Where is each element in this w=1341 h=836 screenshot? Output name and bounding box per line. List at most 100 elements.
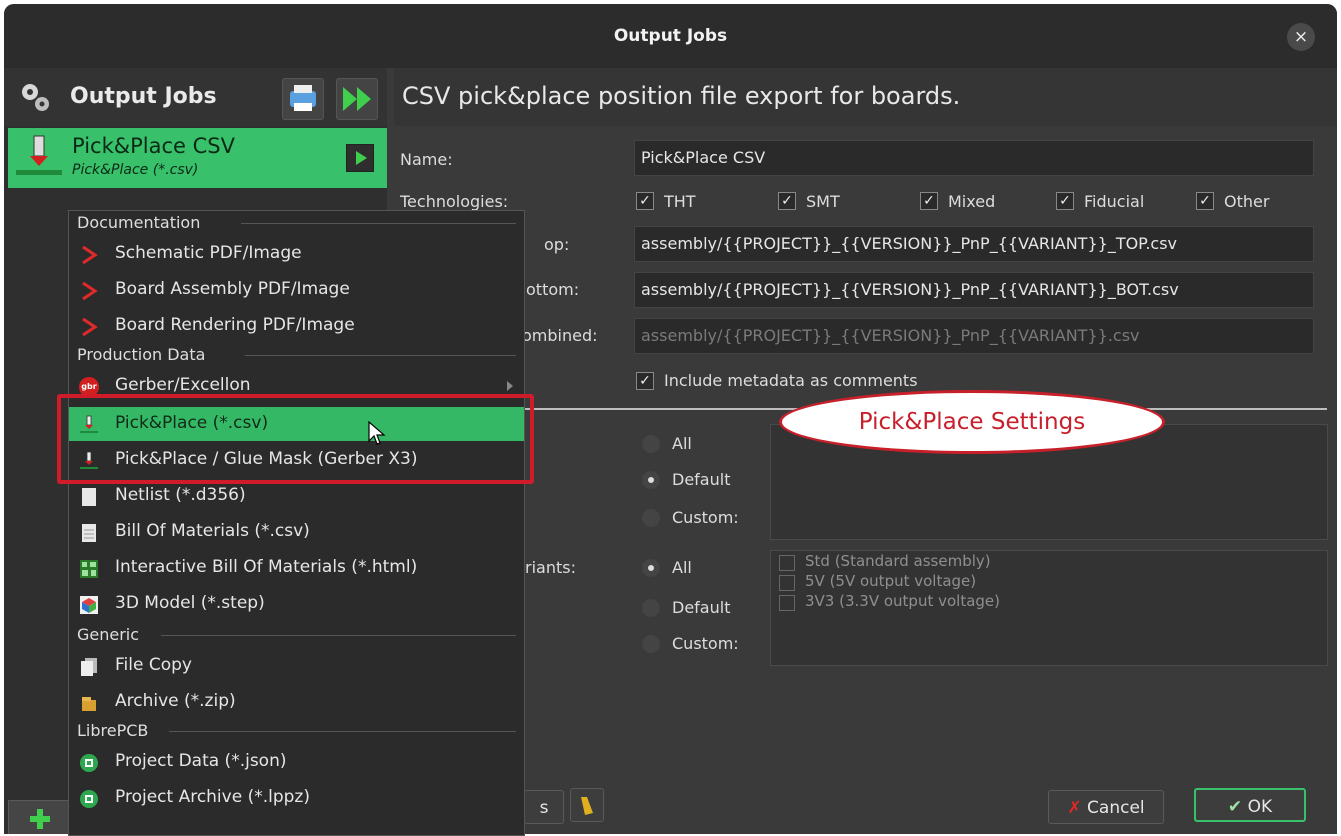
tech-fiducial-checkbox[interactable]: ✓ — [1056, 192, 1074, 210]
menu-item-board-assembly-pdf[interactable]: Board Assembly PDF/Image — [69, 273, 524, 307]
menu-item-label: Project Archive (*.lppz) — [115, 787, 310, 807]
table-document-icon — [82, 524, 96, 542]
menu-item-archive-zip[interactable]: Archive (*.zip) — [69, 685, 524, 719]
job-type: Pick&Place (*.csv) — [72, 162, 199, 178]
librepcb-icon — [80, 754, 98, 772]
gears-icon — [22, 84, 49, 111]
file-copy-icon — [81, 658, 97, 676]
variant-5v-label: 5V (5V output voltage) — [805, 572, 977, 590]
technologies-label: Technologies: — [400, 192, 509, 211]
menu-item-label: Board Rendering PDF/Image — [115, 315, 355, 335]
highlight-annotation — [57, 394, 534, 484]
section-divider — [161, 635, 516, 636]
jobs-title: Output Jobs — [70, 84, 217, 109]
close-button[interactable]: × — [1287, 23, 1315, 51]
variants-default-label: Default — [672, 598, 731, 617]
job-item-pickplace[interactable]: Pick&Place CSV Pick&Place (*.csv) — [8, 128, 387, 188]
variant-3v3-checkbox[interactable] — [779, 595, 795, 611]
tech-tht-checkbox[interactable]: ✓ — [636, 192, 654, 210]
librepcb-icon — [80, 790, 98, 808]
metadata-label: Include metadata as comments — [664, 371, 918, 390]
variants-default-radio[interactable] — [642, 599, 660, 617]
plus-icon — [30, 809, 50, 829]
printer-icon — [290, 85, 316, 111]
section-documentation: Documentation — [77, 213, 201, 232]
ok-button[interactable]: ✔ OK — [1194, 788, 1306, 822]
run-job-button[interactable] — [346, 144, 374, 172]
settings-header: CSV pick&place position file export for … — [394, 68, 1337, 126]
boards-default-label: Default — [672, 470, 731, 489]
tech-other-checkbox[interactable]: ✓ — [1196, 192, 1214, 210]
document-icon — [82, 488, 96, 506]
variant-std-label: Std (Standard assembly) — [805, 552, 991, 570]
3d-model-icon — [80, 596, 98, 614]
jobs-header: Output Jobs — [4, 68, 387, 126]
job-description: CSV pick&place position file export for … — [402, 82, 961, 110]
boards-custom-label: Custom: — [672, 508, 739, 527]
add-output-job-menu: Documentation Schematic PDF/Image Board … — [68, 210, 525, 836]
window-title: Output Jobs — [613, 26, 728, 46]
boards-all-label: All — [672, 434, 692, 453]
menu-item-netlist[interactable]: Netlist (*.d356) — [69, 479, 524, 513]
variants-all-radio[interactable] — [642, 559, 660, 577]
menu-item-label: Board Assembly PDF/Image — [115, 279, 350, 299]
menu-item-label: Project Data (*.json) — [115, 751, 287, 771]
top-output-field[interactable]: assembly/{{PROJECT}}_{{VERSION}}_PnP_{{V… — [634, 226, 1314, 262]
boards-custom-radio[interactable] — [642, 509, 660, 527]
variants-custom-radio[interactable] — [642, 635, 660, 653]
section-divider — [241, 223, 516, 224]
export-button[interactable] — [282, 78, 324, 120]
tech-smt-checkbox[interactable]: ✓ — [778, 192, 796, 210]
tech-mixed-checkbox[interactable]: ✓ — [920, 192, 938, 210]
pdf-icon — [82, 245, 98, 265]
menu-item-board-rendering-pdf[interactable]: Board Rendering PDF/Image — [69, 309, 524, 343]
name-label: Name: — [400, 150, 453, 169]
submenu-arrow-icon — [507, 381, 513, 391]
menu-item-label: Bill Of Materials (*.csv) — [115, 521, 310, 541]
tech-tht-label: THT — [664, 192, 696, 211]
boards-default-radio[interactable] — [642, 471, 660, 489]
menu-item-project-data-json[interactable]: Project Data (*.json) — [69, 745, 524, 779]
add-job-button[interactable] — [8, 800, 74, 834]
bottom-output-field[interactable]: assembly/{{PROJECT}}_{{VERSION}}_PnP_{{V… — [634, 272, 1314, 308]
boards-all-radio[interactable] — [642, 435, 660, 453]
tech-smt-label: SMT — [806, 192, 840, 211]
tech-other-label: Other — [1224, 192, 1270, 211]
job-name: Pick&Place CSV — [72, 134, 235, 158]
variant-5v-checkbox[interactable] — [779, 575, 795, 591]
menu-item-label: Schematic PDF/Image — [115, 243, 302, 263]
section-librepcb: LibrePCB — [77, 721, 149, 740]
archive-icon — [82, 697, 96, 711]
broom-icon — [581, 797, 593, 815]
menu-item-interactive-bom[interactable]: Interactive Bill Of Materials (*.html) — [69, 551, 524, 585]
cancel-button[interactable]: ✗ Cancel — [1048, 790, 1164, 824]
clean-button[interactable] — [570, 788, 604, 822]
variants-label: riants: — [525, 558, 576, 577]
menu-item-label: Interactive Bill Of Materials (*.html) — [115, 557, 418, 577]
cancel-label: Cancel — [1087, 798, 1145, 818]
ibom-icon — [80, 560, 98, 578]
section-divider — [245, 355, 516, 356]
variants-custom-label: Custom: — [672, 634, 739, 653]
menu-item-file-copy[interactable]: File Copy — [69, 649, 524, 683]
section-divider — [169, 731, 516, 732]
variant-std-checkbox[interactable] — [779, 555, 795, 571]
metadata-checkbox[interactable]: ✓ — [636, 372, 654, 390]
tech-fiducial-label: Fiducial — [1084, 192, 1145, 211]
menu-item-label: Gerber/Excellon — [115, 375, 251, 395]
pdf-icon — [82, 281, 98, 301]
variant-3v3-label: 3V3 (3.3V output voltage) — [805, 592, 1000, 610]
menu-item-project-archive-lppz[interactable]: Project Archive (*.lppz) — [69, 781, 524, 815]
name-field[interactable]: Pick&Place CSV — [634, 140, 1314, 176]
menu-item-label: 3D Model (*.step) — [115, 593, 265, 613]
menu-item-bom[interactable]: Bill Of Materials (*.csv) — [69, 515, 524, 549]
partial-button[interactable]: s — [524, 790, 564, 824]
menu-item-3d-model[interactable]: 3D Model (*.step) — [69, 587, 524, 621]
bottom-output-label: ottom: — [526, 280, 580, 299]
combined-output-field[interactable]: assembly/{{PROJECT}}_{{VERSION}}_PnP_{{V… — [634, 318, 1314, 354]
variants-list[interactable]: Std (Standard assembly) 5V (5V output vo… — [770, 550, 1328, 666]
menu-item-label: Netlist (*.d356) — [115, 485, 246, 505]
menu-item-schematic-pdf[interactable]: Schematic PDF/Image — [69, 237, 524, 271]
run-all-button[interactable] — [336, 78, 378, 120]
pickplace-settings-callout: Pick&Place Settings — [779, 390, 1165, 454]
